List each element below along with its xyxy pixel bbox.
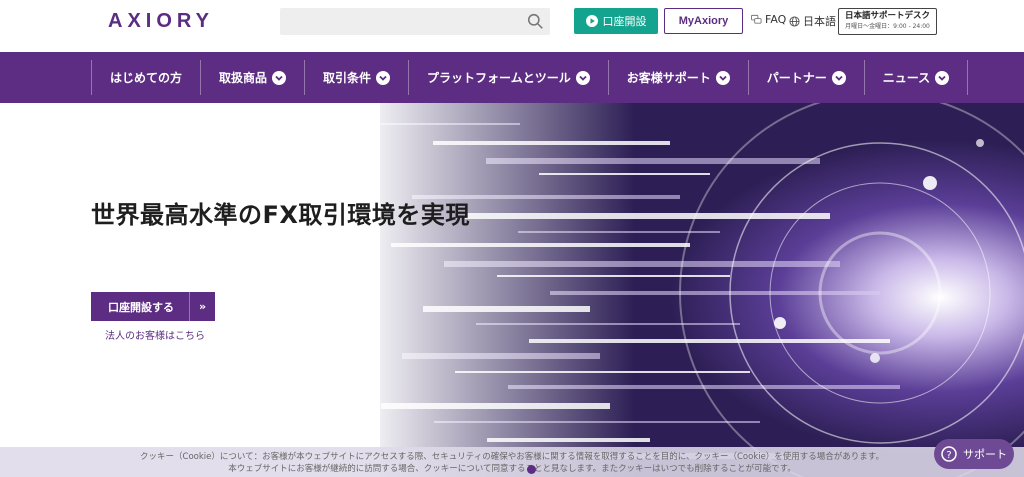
faq-link[interactable]: FAQ xyxy=(751,13,786,26)
chevron-down-icon xyxy=(376,70,391,85)
question-icon: ? xyxy=(941,446,957,462)
nav-item-label: 取引条件 xyxy=(323,71,372,85)
chevron-down-icon xyxy=(715,70,730,85)
language-selector[interactable]: 日本語 xyxy=(789,13,836,29)
page: AXIORY 口座開設 MyAxiory FAQ 日本語 日本語サポートデスク … xyxy=(0,0,1024,477)
faq-icon xyxy=(751,14,762,24)
support-button-label: サポート xyxy=(963,448,1007,461)
hero-headline: 世界最高水準のFX取引環境を実現 xyxy=(91,201,470,229)
nav-item-4[interactable]: プラットフォームとツール xyxy=(408,60,608,95)
cookie-text-line2: 本ウェブサイトにお客様が継続的に訪問する場合、クッキーについて同意することと見な… xyxy=(228,464,796,474)
nav-item-7[interactable]: ニュース xyxy=(863,60,969,95)
nav-item-label: プラットフォームとツール xyxy=(427,71,571,85)
corporate-link[interactable]: 法人のお客様はこちら xyxy=(105,327,205,342)
nav-item-5[interactable]: お客様サポート xyxy=(607,60,748,95)
nav-item-6[interactable]: パートナー xyxy=(747,60,864,95)
main-nav: はじめての方 取扱商品 取引条件 プラットフォームとツール お客様サポート パートナー ニュ… xyxy=(0,52,1024,103)
top-header: AXIORY 口座開設 MyAxiory FAQ 日本語 日本語サポートデスク … xyxy=(0,0,1024,52)
open-account-button[interactable]: 口座開設 xyxy=(574,8,658,34)
cookie-accept-dot[interactable] xyxy=(527,465,536,474)
nav-item-3[interactable]: 取引条件 xyxy=(304,60,408,95)
chevron-down-icon xyxy=(831,70,846,85)
cookie-text-line1: クッキー（Cookie）について：お客様が本ウェブサイトにアクセスする際、セキュ… xyxy=(140,452,884,462)
support-desk-box[interactable]: 日本語サポートデスク 月曜日～金曜日：9:00 - 24:00 xyxy=(838,8,937,35)
language-label: 日本語 xyxy=(803,15,836,28)
faq-label: FAQ xyxy=(765,13,787,26)
cookie-notice: クッキー（Cookie）について：お客様が本ウェブサイトにアクセスする際、セキュ… xyxy=(0,447,1024,477)
main-nav-list: はじめての方 取扱商品 取引条件 プラットフォームとツール お客様サポート パートナー ニュ… xyxy=(91,60,969,95)
nav-item-label: はじめての方 xyxy=(110,71,183,85)
open-account-label: 口座開設 xyxy=(602,15,647,28)
support-desk-title: 日本語サポートデスク xyxy=(844,11,930,21)
search-icon[interactable] xyxy=(527,13,544,30)
search-input[interactable] xyxy=(280,8,520,35)
chevron-down-icon xyxy=(575,70,590,85)
hero-section: 世界最高水準のFX取引環境を実現 口座開設する » 法人のお客様はこちら xyxy=(0,103,1024,477)
nav-item-label: お客様サポート xyxy=(626,71,711,85)
search-box xyxy=(280,8,550,35)
nav-item-label: ニュース xyxy=(882,71,931,85)
chevron-down-icon xyxy=(935,70,950,85)
hero-open-account-button[interactable]: 口座開設する » xyxy=(91,292,215,321)
nav-item-1[interactable]: はじめての方 xyxy=(91,60,200,95)
chevron-down-icon xyxy=(272,70,287,85)
support-desk-hours: 月曜日～金曜日：9:00 - 24:00 xyxy=(845,23,930,30)
myaxiory-button[interactable]: MyAxiory xyxy=(664,8,743,34)
globe-icon xyxy=(789,15,800,27)
support-chat-button[interactable]: ? サポート xyxy=(934,439,1014,469)
nav-item-label: パートナー xyxy=(766,71,827,85)
nav-item-label: 取扱商品 xyxy=(219,71,268,85)
hero-cta-label: 口座開設する xyxy=(108,300,174,314)
axiory-logo[interactable]: AXIORY xyxy=(108,10,214,32)
svg-text:?: ? xyxy=(946,450,951,461)
play-icon xyxy=(585,15,598,27)
nav-item-2[interactable]: 取扱商品 xyxy=(200,60,304,95)
double-chevron-right-icon: » xyxy=(189,292,215,321)
hero-background-art xyxy=(0,103,1024,477)
